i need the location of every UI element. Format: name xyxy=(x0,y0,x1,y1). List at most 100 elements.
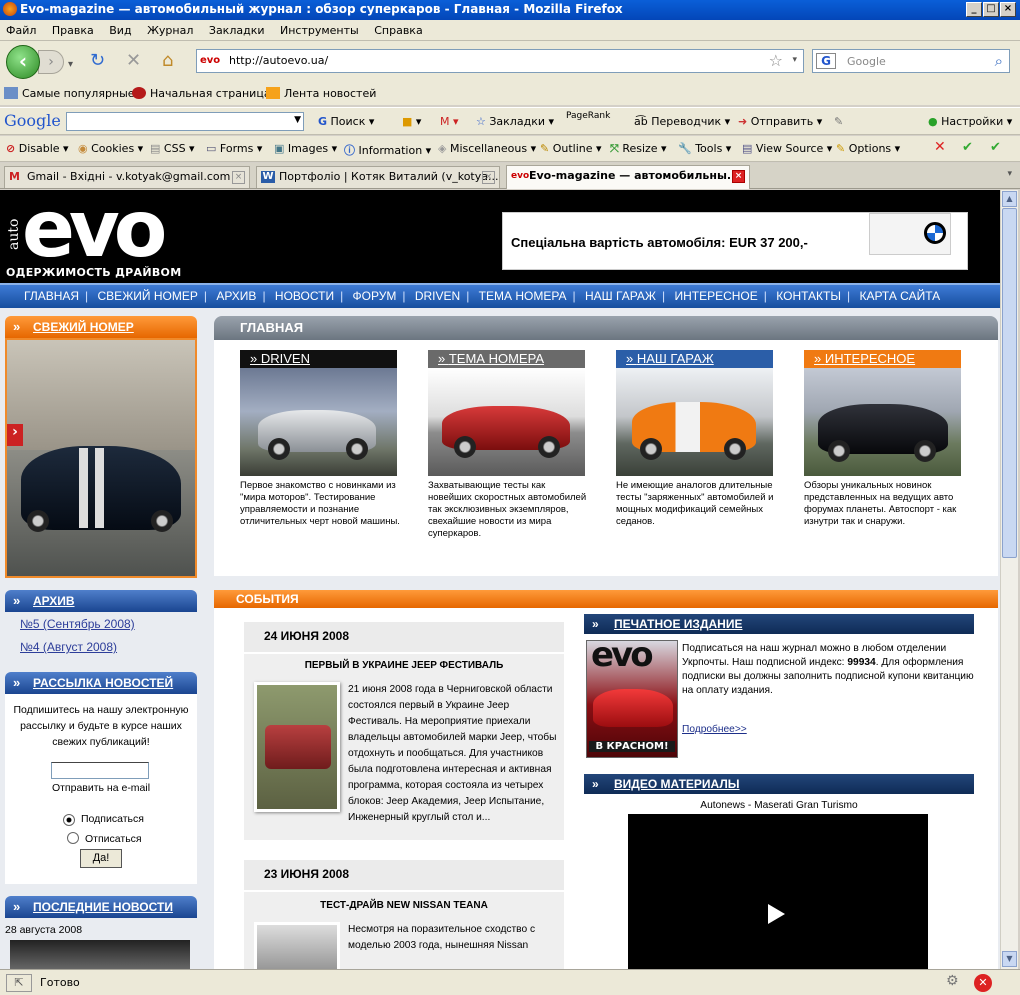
search-go-icon[interactable]: ⌕ xyxy=(995,52,1003,70)
wd-cookies[interactable]: ◉ Cookies ▾ xyxy=(78,142,143,155)
close-tab-icon[interactable]: × xyxy=(232,171,245,184)
category-cover-story[interactable]: » ТЕМА НОМЕРА Захватывающие тесты как но… xyxy=(418,346,590,554)
nav-cover-story[interactable]: ТЕМА НОМЕРА xyxy=(473,289,573,303)
menu-help[interactable]: Справка xyxy=(368,20,428,37)
history-dropdown-icon[interactable]: ▾ xyxy=(68,55,73,75)
wd-html-valid-icon[interactable]: ✔ xyxy=(990,140,1001,155)
wd-css-valid-icon[interactable]: ✔ xyxy=(962,140,973,155)
url-text[interactable]: http://autoevo.ua/ xyxy=(229,54,328,67)
wd-tools[interactable]: 🔧 Tools ▾ xyxy=(678,142,731,155)
nav-sitemap[interactable]: КАРТА САЙТА xyxy=(853,289,946,303)
nav-news[interactable]: НОВОСТИ xyxy=(269,289,340,303)
subscribe-radio[interactable] xyxy=(63,814,75,826)
menu-edit[interactable]: Правка xyxy=(46,20,100,37)
event-headline[interactable]: ТЕСТ-ДРАЙВ NEW NISSAN TEANA xyxy=(244,900,564,911)
send-button[interactable]: ➜ Отправить ▾ xyxy=(738,115,822,128)
wd-information[interactable]: ⓘ Information ▾ xyxy=(344,142,431,158)
status-addon-icon[interactable]: ⚙ xyxy=(946,973,959,989)
status-error-icon[interactable]: ✕ xyxy=(974,974,992,992)
wd-close-icon[interactable]: ✕ xyxy=(934,139,946,155)
status-resize-icon[interactable]: ⇱ xyxy=(6,974,32,992)
print-edition-header[interactable]: » ПЕЧАТНОЕ ИЗДАНИЕ xyxy=(584,614,974,634)
search-box[interactable]: G Google ⌕ xyxy=(812,49,1010,73)
translate-button[interactable]: a͡b Переводчик ▾ xyxy=(634,115,730,128)
video-header[interactable]: » ВИДЕО МАТЕРИАЛЫ xyxy=(584,774,974,794)
wd-css[interactable]: ▤ CSS ▾ xyxy=(150,142,195,155)
category-driven[interactable]: » DRIVEN Первое знакомство с новинками и… xyxy=(230,346,402,554)
latest-news-thumbnail[interactable] xyxy=(10,940,190,969)
wd-miscellaneous[interactable]: ◈ Miscellaneous ▾ xyxy=(438,142,536,155)
menu-file[interactable]: Файл xyxy=(0,20,42,37)
stop-icon[interactable]: ✕ xyxy=(126,51,141,71)
category-title[interactable]: » НАШ ГАРАЖ xyxy=(616,350,773,368)
bookmark-star-icon[interactable]: ☆ xyxy=(769,51,783,70)
menu-view[interactable]: Вид xyxy=(103,20,137,37)
wd-resize[interactable]: ⤧ Resize ▾ xyxy=(610,142,667,156)
category-title[interactable]: » ТЕМА НОМЕРА xyxy=(428,350,585,368)
wd-options[interactable]: ✎ Options ▾ xyxy=(836,142,900,155)
nav-archive[interactable]: АРХИВ xyxy=(210,289,262,303)
nissan-event-image[interactable] xyxy=(254,922,340,969)
category-title[interactable]: » ИНТЕРЕСНОЕ xyxy=(804,350,961,368)
bookmark-news-feed[interactable]: Лента новостей xyxy=(266,87,376,100)
google-search-engine-icon[interactable]: G xyxy=(816,53,836,69)
pencil-icon[interactable]: ✎ xyxy=(834,115,843,128)
archive-header[interactable]: » АРХИВ xyxy=(5,590,197,612)
bmw-m3-image[interactable] xyxy=(428,368,585,476)
video-player[interactable] xyxy=(628,814,928,969)
category-interesting[interactable]: » ИНТЕРЕСНОЕ Обзоры уникальных новинок п… xyxy=(794,346,966,554)
bookmark-most-visited[interactable]: Самые популярные xyxy=(4,87,135,100)
google-popup-icon[interactable]: ■ ▾ xyxy=(402,115,421,128)
fresh-issue-cover[interactable]: › xyxy=(5,338,197,578)
category-title[interactable]: » DRIVEN xyxy=(240,350,397,368)
porsche-image[interactable] xyxy=(240,368,397,476)
tab-portfolio[interactable]: W Портфоліо | Котяк Виталий (v_kotya... … xyxy=(256,166,500,188)
bookmark-start-page[interactable]: Начальная страница xyxy=(132,87,271,100)
scroll-up-icon[interactable]: ▲ xyxy=(1002,191,1017,207)
wd-images[interactable]: ▣ Images ▾ xyxy=(274,142,337,155)
unsubscribe-radio[interactable] xyxy=(67,832,79,844)
archive-link-issue-4[interactable]: №4 (Август 2008) xyxy=(20,640,117,654)
nav-driven[interactable]: DRIVEN xyxy=(409,289,466,303)
url-bar[interactable]: evo http://autoevo.ua/ ☆ ▾ xyxy=(196,49,804,73)
newsletter-submit-button[interactable]: Да! xyxy=(80,849,122,868)
archive-link-issue-5[interactable]: №5 (Сентябрь 2008) xyxy=(20,617,135,631)
play-icon[interactable] xyxy=(768,904,785,924)
google-toolbar-input[interactable]: ▼ xyxy=(66,112,304,131)
reload-icon[interactable]: ↻ xyxy=(90,51,105,71)
tab-list-icon[interactable]: ▾ xyxy=(1007,169,1012,179)
tab-evo-magazine[interactable]: evo Evo-magazine — автомобильны... × xyxy=(506,165,750,189)
google-bookmarks-button[interactable]: ☆ Закладки ▾ xyxy=(476,115,554,128)
latest-news-header[interactable]: » ПОСЛЕДНИЕ НОВОСТИ xyxy=(5,896,197,918)
url-dropdown-icon[interactable]: ▾ xyxy=(792,55,797,65)
wd-disable[interactable]: ⊘ Disable ▾ xyxy=(6,142,69,155)
close-window-button[interactable]: × xyxy=(1000,2,1016,17)
jeep-event-image[interactable] xyxy=(254,682,340,812)
fresh-issue-header[interactable]: » СВЕЖИЙ НОМЕР xyxy=(5,316,197,338)
nav-forum[interactable]: ФОРУМ xyxy=(347,289,403,303)
magazine-cover-image[interactable]: evo В КРАСНОМ! xyxy=(586,635,678,758)
bmw-z4-image[interactable] xyxy=(616,368,773,476)
maximize-button[interactable]: □ xyxy=(983,2,999,17)
menu-history[interactable]: Журнал xyxy=(141,20,199,37)
google-settings-button[interactable]: ● Настройки ▾ xyxy=(928,115,1012,128)
nav-interesting[interactable]: ИНТЕРЕСНОЕ xyxy=(668,289,763,303)
wd-view-source[interactable]: ▤ View Source ▾ xyxy=(742,142,832,155)
banner-ad[interactable]: Спеціальна вартість автомобіля: EUR 37 2… xyxy=(502,212,968,270)
menu-tools[interactable]: Инструменты xyxy=(274,20,365,37)
nav-fresh-issue[interactable]: СВЕЖИЙ НОМЕР xyxy=(92,289,204,303)
category-our-garage[interactable]: » НАШ ГАРАЖ Не имеющие аналогов длительн… xyxy=(606,346,778,554)
menu-bookmarks[interactable]: Закладки xyxy=(203,20,271,37)
newsletter-email-input[interactable] xyxy=(51,762,149,779)
tab-gmail[interactable]: M Gmail - Вхідні - v.kotyak@gmail.com × xyxy=(4,166,250,188)
back-button[interactable]: ‹ xyxy=(6,45,40,79)
scrollbar-thumb[interactable] xyxy=(1002,208,1017,558)
gmail-icon[interactable]: M ▾ xyxy=(440,115,459,128)
pagerank-indicator[interactable]: PageRank xyxy=(566,111,610,121)
print-more-link[interactable]: Подробнее>> xyxy=(682,724,747,735)
scroll-down-icon[interactable]: ▼ xyxy=(1002,951,1017,967)
nav-our-garage[interactable]: НАШ ГАРАЖ xyxy=(579,289,662,303)
close-tab-icon[interactable]: × xyxy=(482,171,495,184)
google-search-button[interactable]: G Поиск ▾ xyxy=(318,115,374,128)
forward-button[interactable]: › xyxy=(38,50,64,74)
